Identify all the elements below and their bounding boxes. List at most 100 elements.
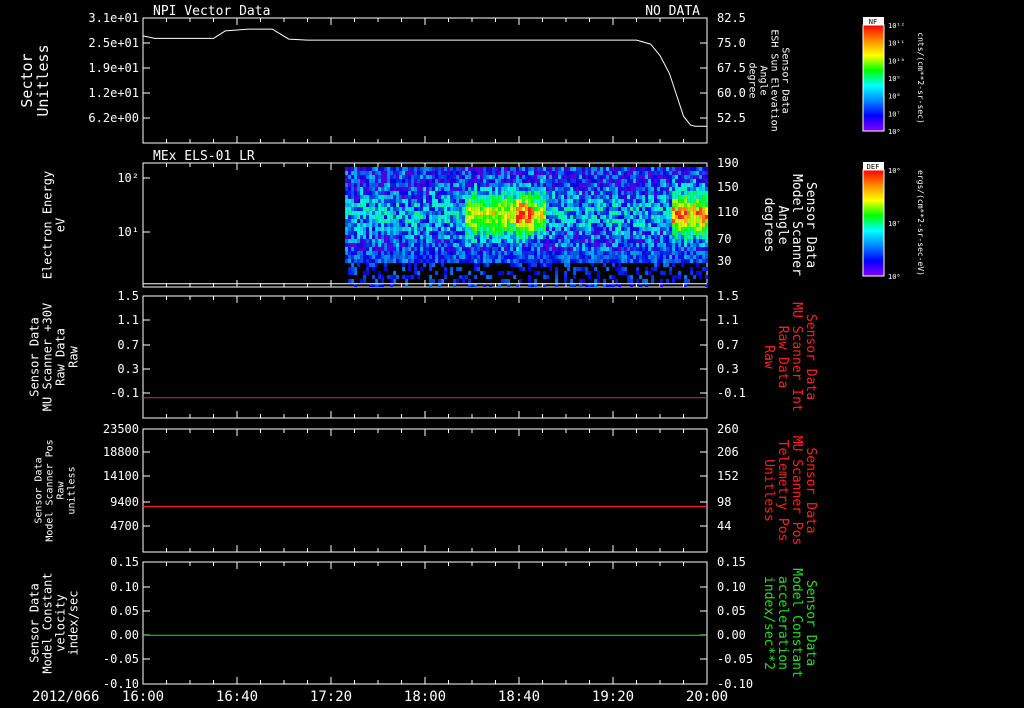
heatmap-cell	[654, 223, 658, 227]
heatmap-cell	[393, 243, 397, 247]
heatmap-cell	[615, 187, 619, 191]
heatmap-cell	[630, 223, 634, 227]
heatmap-cell	[474, 195, 478, 199]
heatmap-cell	[438, 195, 442, 199]
heatmap-cell	[408, 255, 412, 259]
heatmap-cell	[618, 171, 622, 175]
heatmap-cell	[405, 223, 409, 227]
heatmap-cell	[579, 255, 583, 259]
heatmap-cell	[564, 279, 568, 283]
heatmap-cell	[408, 267, 412, 271]
heatmap-cell	[516, 167, 520, 171]
right-y-tick-label: 0.15	[717, 555, 746, 569]
heatmap-cell	[648, 187, 652, 191]
heatmap-cell	[660, 211, 664, 215]
heatmap-cell	[351, 211, 355, 215]
heatmap-cell	[405, 247, 409, 251]
heatmap-cell	[480, 215, 484, 219]
heatmap-cell	[699, 239, 703, 243]
heatmap-cell	[570, 259, 574, 263]
heatmap-cell	[480, 255, 484, 259]
heatmap-cell	[621, 259, 625, 263]
heatmap-cell	[459, 275, 463, 279]
heatmap-cell	[645, 215, 649, 219]
heatmap-cell	[675, 219, 679, 223]
heatmap-cell	[594, 211, 598, 215]
heatmap-cell	[627, 275, 631, 279]
heatmap-cell	[507, 279, 511, 283]
heatmap-cell	[453, 259, 457, 263]
heatmap-cell	[630, 183, 634, 187]
heatmap-cell	[690, 223, 694, 227]
heatmap-cell	[639, 235, 643, 239]
heatmap-cell	[480, 227, 484, 231]
heatmap-cell	[414, 171, 418, 175]
heatmap-cell	[438, 175, 442, 179]
heatmap-cell	[576, 231, 580, 235]
heatmap-cell	[534, 207, 538, 211]
heatmap-cell	[639, 275, 643, 279]
heatmap-cell	[408, 199, 412, 203]
heatmap-cell	[645, 199, 649, 203]
heatmap-cell	[534, 243, 538, 247]
heatmap-cell	[606, 243, 610, 247]
heatmap-cell	[369, 171, 373, 175]
heatmap-cell	[654, 247, 658, 251]
heatmap-cell	[402, 255, 406, 259]
heatmap-cell	[348, 207, 352, 211]
heatmap-cell	[438, 211, 442, 215]
heatmap-cell	[666, 219, 670, 223]
heatmap-cell	[624, 271, 628, 275]
heatmap-cell	[447, 167, 451, 171]
heatmap-cell	[513, 239, 517, 243]
heatmap-cell	[372, 199, 376, 203]
heatmap-cell	[345, 171, 349, 175]
time-tick-label: 17:20	[310, 689, 352, 705]
heatmap-cell	[372, 231, 376, 235]
heatmap-cell	[465, 223, 469, 227]
heatmap-cell	[627, 259, 631, 263]
heatmap-cell	[654, 259, 658, 263]
heatmap-cell	[576, 179, 580, 183]
heatmap-cell	[447, 227, 451, 231]
heatmap-cell	[369, 191, 373, 195]
heatmap-cell	[663, 171, 667, 175]
heatmap-cell	[423, 251, 427, 255]
heatmap-cell	[372, 235, 376, 239]
heatmap-cell	[579, 167, 583, 171]
heatmap-cell	[552, 223, 556, 227]
heatmap-cell	[681, 203, 685, 207]
heatmap-cell	[405, 195, 409, 199]
heatmap-cell	[516, 235, 520, 239]
heatmap-cell	[702, 239, 706, 243]
right-axis-title-line: MU Scanner Pos	[789, 436, 804, 546]
heatmap-cell	[528, 251, 532, 255]
heatmap-cell	[399, 239, 403, 243]
heatmap-cell	[549, 191, 553, 195]
heatmap-cell	[345, 183, 349, 187]
heatmap-cell	[423, 239, 427, 243]
heatmap-cell	[687, 171, 691, 175]
heatmap-cell	[468, 195, 472, 199]
heatmap-cell	[456, 255, 460, 259]
heatmap-cell	[450, 251, 454, 255]
heatmap-cell	[573, 207, 577, 211]
heatmap-cell	[414, 251, 418, 255]
heatmap-cell	[654, 251, 658, 255]
heatmap-cell	[504, 195, 508, 199]
heatmap-cell	[663, 259, 667, 263]
colorbar-tick-label: 10⁹	[888, 75, 901, 83]
right-axis-title-line: Unitless	[761, 459, 776, 522]
heatmap-cell	[360, 243, 364, 247]
heatmap-cell	[360, 231, 364, 235]
heatmap-cell	[465, 239, 469, 243]
heatmap-cell	[609, 259, 613, 263]
heatmap-cell	[690, 251, 694, 255]
heatmap-cell	[672, 191, 676, 195]
heatmap-cell	[681, 235, 685, 239]
heatmap-cell	[486, 179, 490, 183]
left-y-tick-label: 14100	[103, 469, 139, 483]
heatmap-cell	[666, 239, 670, 243]
heatmap-cells	[345, 167, 709, 287]
heatmap-cell	[627, 171, 631, 175]
